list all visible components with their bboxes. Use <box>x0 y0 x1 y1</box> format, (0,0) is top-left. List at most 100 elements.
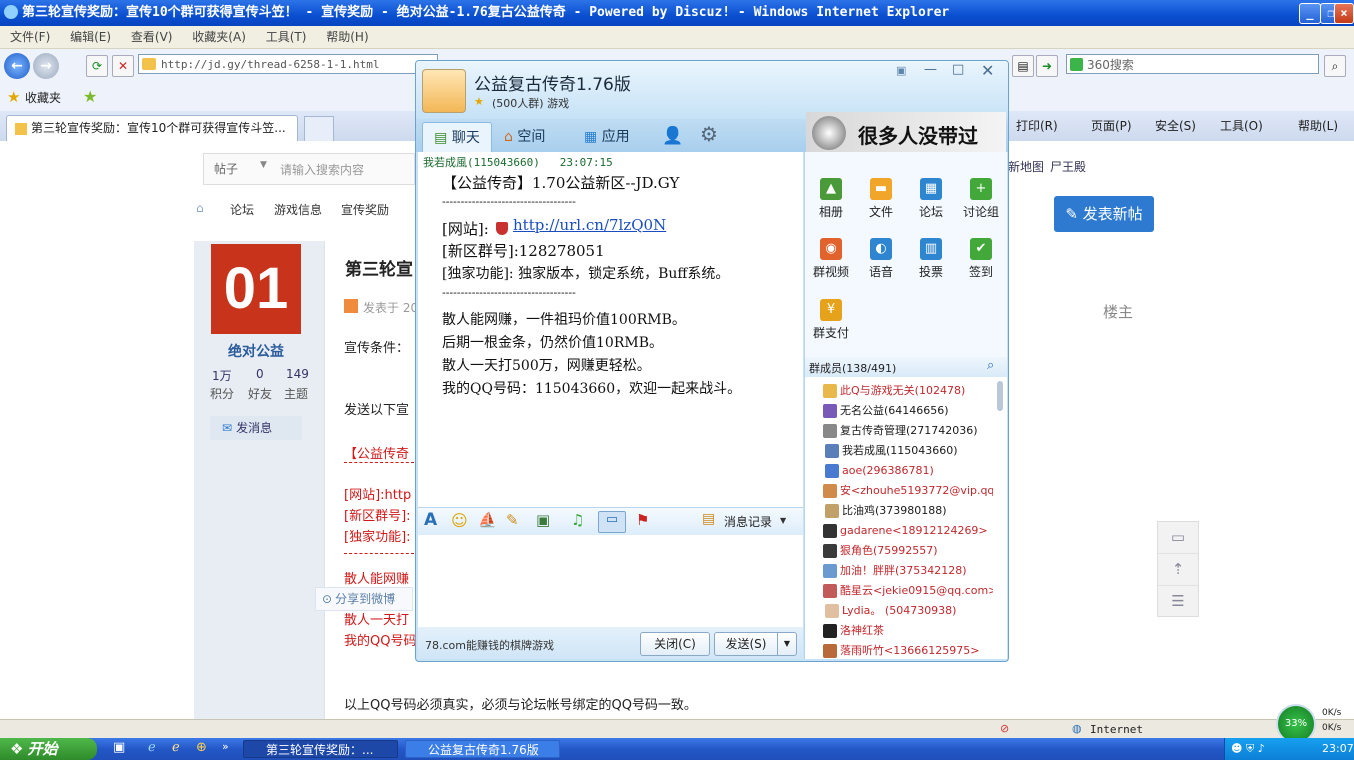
qq-maximize-button[interactable]: □ <box>952 62 964 77</box>
stop-button[interactable]: ✕ <box>112 55 134 77</box>
privacy-icon[interactable]: ⊘ <box>1000 722 1009 735</box>
home-icon[interactable]: ⌂ <box>196 201 204 215</box>
quicklaunch-desktop-icon[interactable]: ▣ <box>113 740 125 755</box>
screenshot-icon[interactable]: ▭ <box>598 511 626 533</box>
taskbar-item-qq[interactable]: 公益复古传奇1.76版 <box>405 740 560 758</box>
top-link-map[interactable]: 新地图 <box>1008 158 1044 175</box>
quicklaunch-browser-icon[interactable]: ℯ <box>172 740 180 755</box>
member-row[interactable]: 落雨听竹<13666125975> <box>807 641 993 661</box>
member-row[interactable]: 复古传奇管理(271742036) <box>807 421 993 441</box>
menu-file[interactable]: 文件(F) <box>10 26 50 48</box>
add-favorite-icon[interactable]: ★ <box>83 87 97 106</box>
member-row[interactable]: 此Q与游戏无关(102478) <box>807 381 993 401</box>
tab-apps[interactable]: ▦ 应用 <box>584 122 630 152</box>
app-vote[interactable]: ▥ 投票 <box>907 238 955 280</box>
emoji-icon[interactable]: ☺ <box>451 511 468 530</box>
skin-icon[interactable]: ▣ <box>896 64 906 77</box>
history-icon[interactable]: ▤ <box>702 511 715 527</box>
shake-icon[interactable]: ⛵ <box>478 511 497 529</box>
app-checkin[interactable]: ✔ 签到 <box>957 238 1005 280</box>
breadcrumb-game[interactable]: 游戏信息 <box>274 201 322 218</box>
tab-chat[interactable]: ▤ 聊天 <box>422 122 492 153</box>
cmd-tools[interactable]: 工具(O) <box>1220 117 1263 134</box>
breadcrumb-forum[interactable]: 论坛 <box>230 201 254 218</box>
add-member-icon[interactable]: 👤 <box>662 126 683 146</box>
message-input[interactable] <box>418 535 803 627</box>
ad-link[interactable]: 78.com能赚钱的棋牌游戏 <box>425 637 554 653</box>
avatar[interactable]: 01 <box>211 244 301 334</box>
member-row[interactable]: 洛神红茶 <box>807 621 993 641</box>
breadcrumb-reward[interactable]: 宣传奖励 <box>341 201 389 218</box>
qq-minimize-button[interactable]: — <box>924 62 937 77</box>
top-link-boss[interactable]: 尸王殿 <box>1050 158 1086 175</box>
back-button[interactable]: ← <box>4 53 30 79</box>
doodle-icon[interactable]: ✎ <box>506 511 519 529</box>
new-post-button[interactable]: ✎ 发表新帖 <box>1054 196 1154 232</box>
app-pay[interactable]: ¥ 群支付 <box>807 299 855 341</box>
search-icon[interactable]: ⌕ <box>1324 55 1346 77</box>
author-name[interactable]: 绝对公益 <box>228 341 284 361</box>
member-row[interactable]: 加油！胖胖(375342128) <box>807 561 993 581</box>
close-button[interactable]: × <box>1334 3 1354 24</box>
member-row[interactable]: 比油鸡(373980188) <box>807 501 993 521</box>
history-chevron-icon[interactable]: ▼ <box>780 516 786 525</box>
shield-tray-icon[interactable]: ⛨ <box>1246 742 1254 755</box>
app-discussion[interactable]: + 讨论组 <box>957 178 1005 220</box>
close-chat-button[interactable]: 关闭(C) <box>640 632 710 656</box>
list-icon[interactable]: ☰ <box>1158 586 1198 617</box>
send-options-button[interactable]: ▼ <box>777 632 797 656</box>
taskbar-item-ie[interactable]: 第三轮宣传奖励：... <box>243 740 398 758</box>
music-icon[interactable]: ♫ <box>571 511 584 529</box>
qq-tray-icon[interactable]: ☻ <box>1231 742 1242 755</box>
new-tab-button[interactable] <box>304 116 334 142</box>
member-row[interactable]: 狠角色(75992557) <box>807 541 993 561</box>
back-to-top-icon[interactable]: ⇡ <box>1158 554 1198 586</box>
tab-forum[interactable]: 第三轮宣传奖励：宣传10个群可获得宣传斗笠... <box>6 115 298 142</box>
forward-button[interactable]: → <box>33 53 59 79</box>
clock[interactable]: 23:07 <box>1322 738 1354 760</box>
send-button[interactable]: 发送(S) <box>714 632 778 656</box>
stat-friends-value[interactable]: 0 <box>256 367 264 381</box>
search-type-select[interactable]: 帖子 <box>214 160 238 177</box>
image-icon[interactable]: ▣ <box>536 511 550 529</box>
favorites-button[interactable]: 收藏夹 <box>25 89 61 106</box>
comment-icon[interactable]: ▭ <box>1158 522 1198 554</box>
quicklaunch-360-icon[interactable]: ⊕ <box>196 740 207 755</box>
menu-edit[interactable]: 编辑(E) <box>70 26 111 48</box>
message-sender[interactable]: 我若成風(115043660) 23:07:15 <box>423 154 613 170</box>
volume-tray-icon[interactable]: ♪ <box>1258 742 1265 755</box>
member-search-icon[interactable]: ⌕ <box>987 358 994 373</box>
cmd-page[interactable]: 页面(P) <box>1091 117 1132 134</box>
cmd-help[interactable]: 帮助(L) <box>1298 117 1338 134</box>
go-button[interactable]: ➜ <box>1036 55 1058 77</box>
menu-tools[interactable]: 工具(T) <box>266 26 307 48</box>
compat-view-icon[interactable]: ▤ <box>1012 55 1034 77</box>
font-icon[interactable]: A <box>424 510 437 530</box>
app-album[interactable]: ▲ 相册 <box>807 178 855 220</box>
app-video[interactable]: ◉ 群视频 <box>807 238 855 280</box>
message-link[interactable]: http://url.cn/7lzQ0N <box>513 216 666 234</box>
menu-favorites[interactable]: 收藏夹(A) <box>192 26 246 48</box>
group-avatar[interactable] <box>422 69 466 113</box>
quicklaunch-ie-icon[interactable]: ℯ <box>148 740 156 755</box>
member-row[interactable]: 无名公益(64146656) <box>807 401 993 421</box>
history-button[interactable]: 消息记录 <box>724 513 772 530</box>
search-input[interactable]: 360搜索 <box>1066 54 1319 74</box>
member-row[interactable]: Lydia。 (504730938) <box>807 601 993 621</box>
start-button[interactable]: ❖ 开始 <box>0 738 97 760</box>
member-row[interactable]: gadarene<18912124269> <box>807 521 993 541</box>
menu-help[interactable]: 帮助(H) <box>326 26 368 48</box>
member-scrollbar[interactable] <box>997 381 1003 411</box>
refresh-button[interactable]: ⟳ <box>86 55 108 77</box>
member-row[interactable]: 我若成風(115043660) <box>807 441 993 461</box>
app-voice[interactable]: ◐ 语音 <box>857 238 905 280</box>
app-forum[interactable]: ▦ 论坛 <box>907 178 955 220</box>
member-row[interactable]: aoe(296386781) <box>807 461 993 481</box>
menu-view[interactable]: 查看(V) <box>131 26 173 48</box>
send-message-button[interactable]: ✉ 发消息 <box>210 416 302 440</box>
address-input[interactable]: http://jd.gy/thread-6258-1-1.html <box>138 54 438 74</box>
promo-banner[interactable]: 很多人没带过 <box>806 112 1006 154</box>
member-row[interactable]: 酷星云<jekie0915@qq.com> <box>807 581 993 601</box>
member-row[interactable]: 安<zhouhe5193772@vip.qq... <box>807 481 993 501</box>
stat-points-value[interactable]: 1万 <box>212 367 232 384</box>
